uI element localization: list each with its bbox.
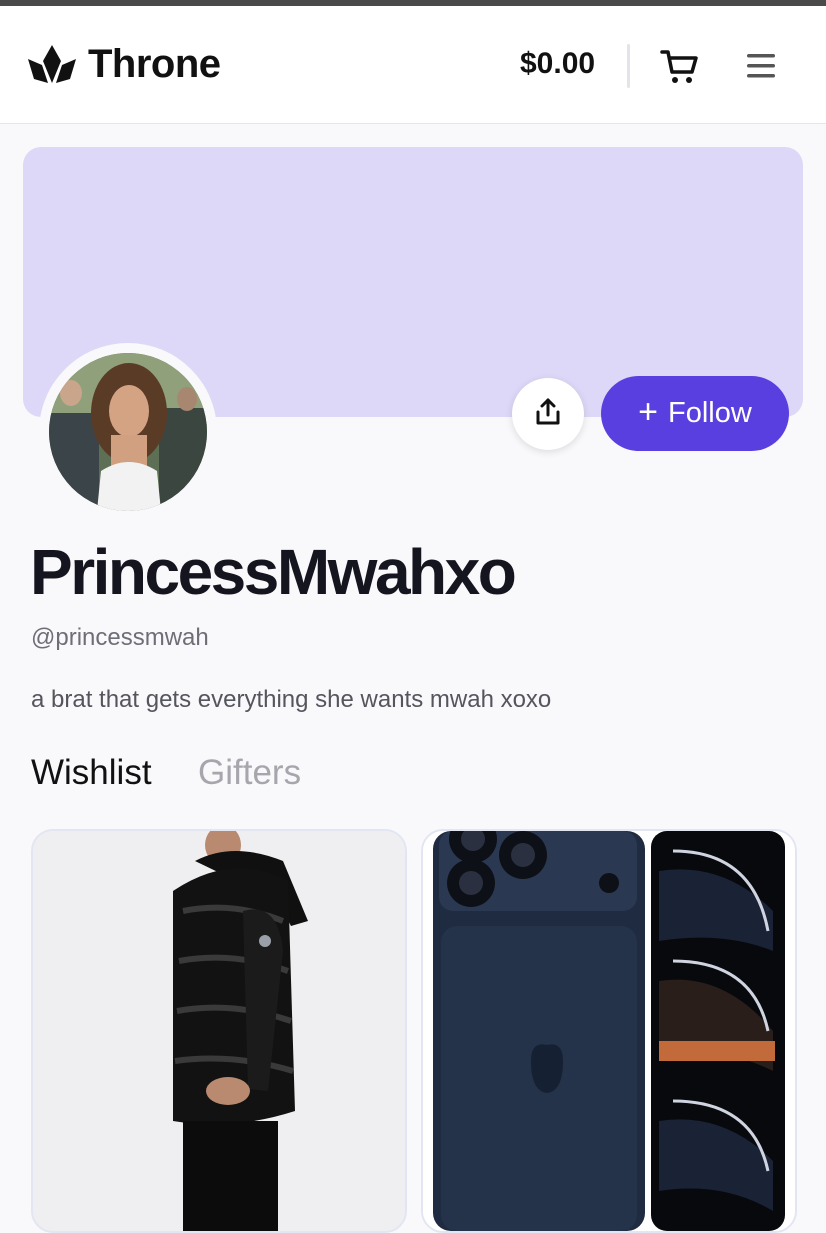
follow-button[interactable]: + Follow	[601, 376, 789, 451]
plus-icon: +	[638, 393, 659, 431]
profile-handle: @princessmwah	[31, 624, 209, 651]
brand-name: Throne	[88, 42, 221, 86]
share-icon	[533, 397, 563, 432]
throne-logo-icon	[26, 43, 78, 87]
wishlist-item-card[interactable]	[31, 829, 407, 1233]
black-puffer-jacket-image	[33, 831, 405, 1231]
cart-icon[interactable]	[658, 44, 702, 88]
avatar[interactable]	[49, 353, 207, 511]
header-divider	[627, 44, 630, 88]
follow-label: Follow	[668, 397, 752, 429]
profile-bio: a brat that gets everything she wants mw…	[31, 686, 552, 713]
wallet-balance[interactable]: $0.00	[520, 47, 595, 81]
share-button[interactable]	[512, 378, 584, 450]
app-header: Throne $0.00	[0, 6, 826, 124]
hamburger-menu-icon[interactable]	[744, 48, 780, 84]
brand-logo[interactable]: Throne	[26, 42, 221, 87]
tab-wishlist[interactable]: Wishlist	[31, 753, 152, 793]
profile-display-name: PrincessMwahxo	[30, 536, 517, 608]
wishlist-item-card[interactable]	[421, 829, 797, 1233]
smartphone-image	[423, 831, 795, 1231]
tab-gifters[interactable]: Gifters	[198, 753, 301, 793]
